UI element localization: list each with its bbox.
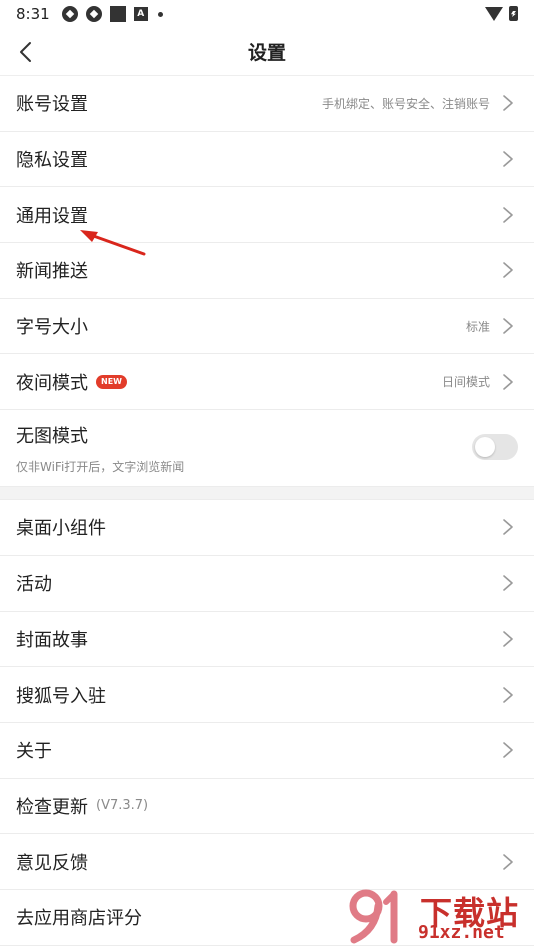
row-label: 封面故事	[16, 629, 88, 651]
row-label: 桌面小组件	[16, 518, 106, 540]
chevron-right-icon	[502, 630, 514, 648]
settings-row-widgets[interactable]: 桌面小组件	[0, 500, 534, 556]
row-label: 通用设置	[16, 205, 88, 227]
settings-row-night-mode[interactable]: 夜间模式 NEW 日间模式	[0, 354, 534, 411]
chevron-right-icon	[502, 686, 514, 704]
row-description: 仅非WiFi打开后，文字浏览新闻	[16, 460, 185, 475]
chevron-right-icon	[502, 518, 514, 536]
chevron-left-icon	[20, 42, 31, 62]
status-system-icons	[485, 6, 518, 21]
chevron-right-icon	[502, 741, 514, 759]
row-label: 隐私设置	[16, 150, 88, 172]
settings-row-privacy[interactable]: 隐私设置	[0, 132, 534, 188]
watermark-url: 91xz.net	[418, 922, 505, 943]
chevron-right-icon	[502, 574, 514, 592]
settings-row-sohu-account[interactable]: 搜狐号入驻	[0, 667, 534, 723]
settings-row-activities[interactable]: 活动	[0, 556, 534, 612]
chevron-right-icon	[502, 94, 514, 112]
settings-row-feedback[interactable]: 意见反馈	[0, 834, 534, 890]
settings-row-cover-story[interactable]: 封面故事	[0, 612, 534, 668]
chevron-right-icon	[502, 317, 514, 335]
top-app-bar: 设置	[0, 28, 534, 76]
status-bar: 8:31 A	[0, 0, 534, 28]
chevron-right-icon	[502, 853, 514, 871]
battery-charging-icon	[509, 6, 518, 21]
row-label: 检查更新	[16, 796, 88, 818]
chevron-right-icon	[502, 206, 514, 224]
status-notification-icons: A	[61, 6, 163, 22]
row-subtitle: 标准	[465, 319, 490, 334]
toggle-knob	[475, 437, 495, 458]
section-divider	[0, 486, 534, 501]
row-label: 意见反馈	[16, 852, 88, 874]
watermark: 下载站 91xz.net	[348, 888, 528, 944]
settings-row-push[interactable]: 新闻推送	[0, 243, 534, 299]
row-label: 夜间模式	[16, 372, 88, 394]
page-title: 设置	[247, 42, 286, 64]
watermark-logo-icon	[349, 889, 398, 944]
wifi-icon	[485, 6, 503, 21]
app-circle-icon	[61, 6, 78, 22]
row-label: 活动	[16, 574, 52, 596]
status-time: 8:31	[16, 5, 50, 23]
settings-row-check-update[interactable]: 检查更新 (V7.3.7)	[0, 779, 534, 835]
row-label: 搜狐号入驻	[16, 685, 106, 707]
row-label: 账号设置	[16, 94, 88, 116]
new-badge: NEW	[96, 374, 127, 389]
row-label: 关于	[16, 741, 52, 763]
chevron-right-icon	[502, 261, 514, 279]
app-circle-icon	[85, 6, 102, 22]
row-label: 去应用商店评分	[16, 908, 142, 930]
row-subtitle: 手机绑定、账号安全、注销账号	[321, 96, 490, 111]
chevron-right-icon	[502, 373, 514, 391]
settings-row-font-size[interactable]: 字号大小 标准	[0, 299, 534, 355]
settings-row-general[interactable]: 通用设置	[0, 187, 534, 244]
back-button[interactable]	[12, 38, 40, 66]
dot-icon	[157, 11, 163, 17]
settings-list: 账号设置 手机绑定、账号安全、注销账号 隐私设置 通用设置 新闻推送 字号大小 …	[0, 76, 534, 946]
no-image-mode-toggle[interactable]	[472, 434, 518, 461]
row-subtitle: 日间模式	[441, 375, 490, 390]
settings-row-about[interactable]: 关于	[0, 723, 534, 779]
settings-row-no-image-mode: 无图模式 仅非WiFi打开后，文字浏览新闻	[0, 410, 534, 486]
row-label: 无图模式	[16, 426, 88, 448]
chevron-right-icon	[502, 150, 514, 168]
a-app-icon: A	[133, 7, 148, 21]
row-label: 字号大小	[16, 317, 88, 339]
settings-row-account[interactable]: 账号设置 手机绑定、账号安全、注销账号	[0, 76, 534, 132]
row-label: 新闻推送	[16, 261, 88, 283]
square-app-icon	[109, 6, 126, 22]
version-label: (V7.3.7)	[96, 798, 149, 814]
